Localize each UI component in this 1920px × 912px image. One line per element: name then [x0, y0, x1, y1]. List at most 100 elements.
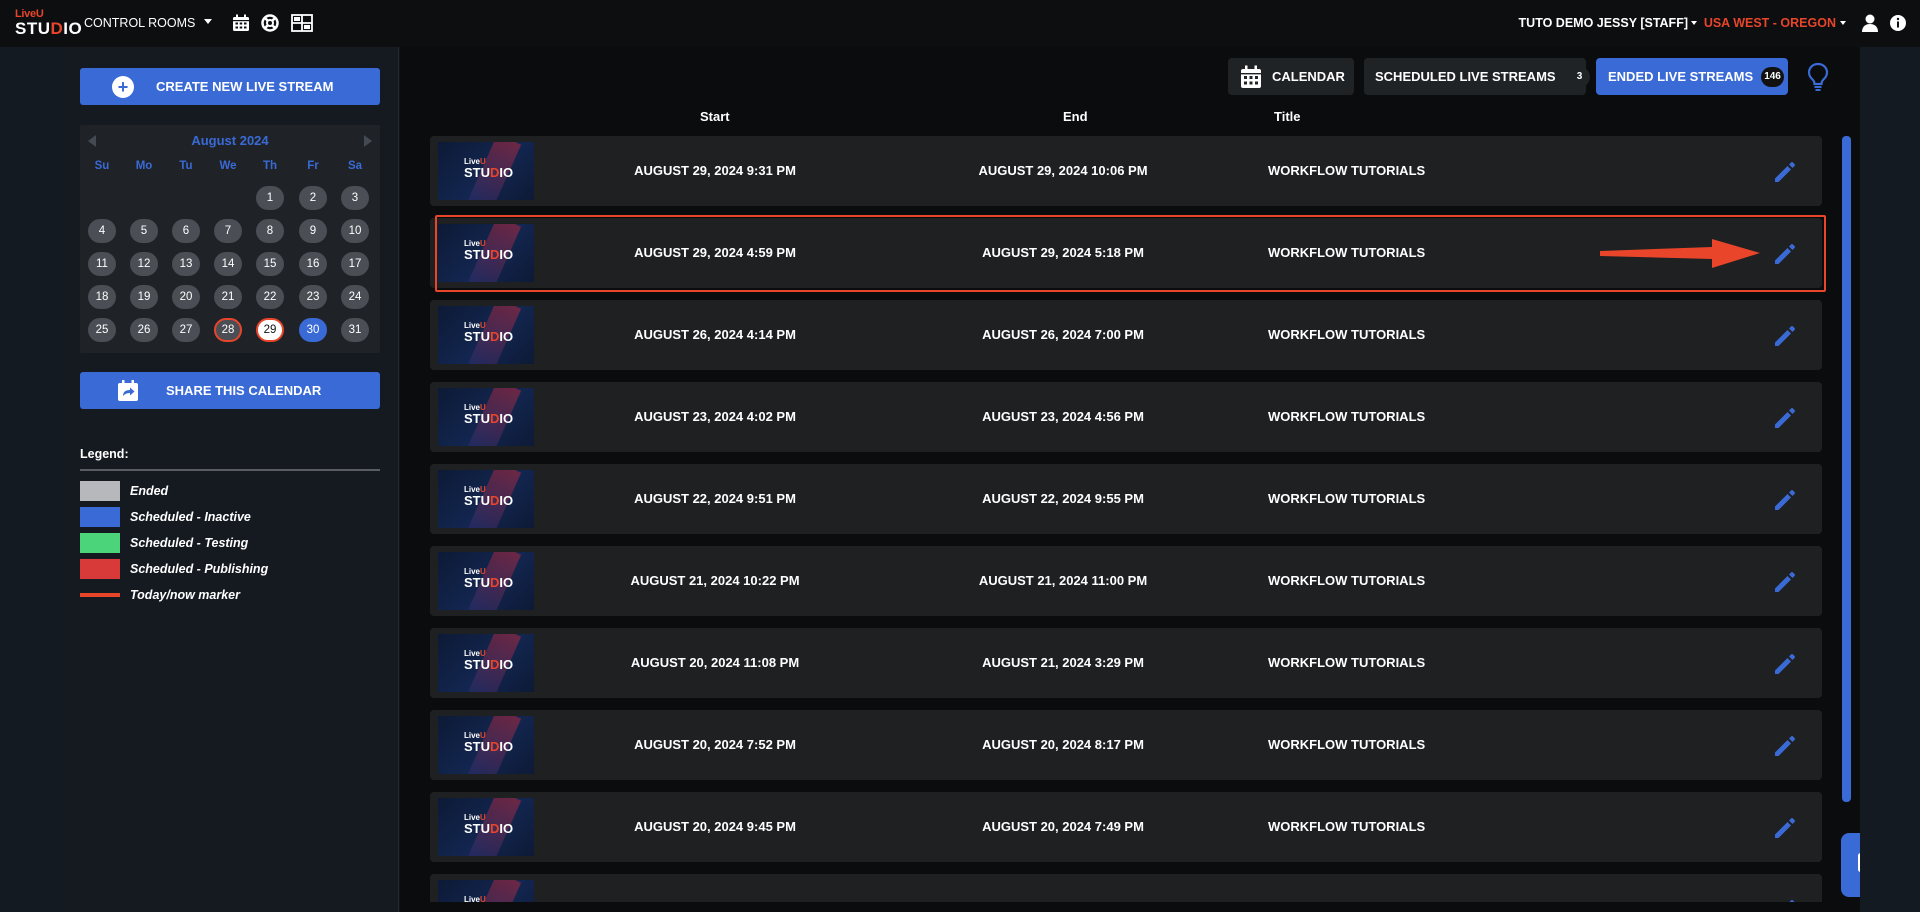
lifebuoy-icon[interactable] [259, 12, 281, 34]
thumb-logo-accent: D [490, 165, 500, 180]
stream-row[interactable]: LiveU STUDIO AUGUST 20, 2024 11:08 PM AUGUS… [430, 628, 1822, 698]
calendar-day[interactable]: 31 [341, 318, 369, 342]
calendar-day[interactable]: 2 [299, 186, 327, 210]
edit-pencil-icon[interactable] [1772, 651, 1798, 677]
thumb-logo-main: STU [464, 411, 490, 426]
weekday-label: Su [94, 160, 110, 172]
calendar-day[interactable]: 4 [88, 219, 116, 243]
calendar-day[interactable]: 3 [341, 186, 369, 210]
calendar-day[interactable]: 18 [88, 285, 116, 309]
stream-thumbnail[interactable]: LiveUSTUDIO [438, 388, 534, 446]
thumb-logo-main-end: IO [499, 165, 514, 180]
plus-circle-icon: + [112, 76, 134, 98]
edit-pencil-icon[interactable] [1772, 323, 1798, 349]
calendar-day[interactable]: 30 [299, 318, 327, 342]
stream-thumbnail[interactable]: LiveUSTUDIO [438, 142, 534, 200]
main-content: CALENDAR SCHEDULED LIVE STREAMS 3 ENDED … [400, 47, 1905, 912]
calendar-day[interactable]: 1 [256, 186, 284, 210]
calendar-day[interactable]: 23 [299, 285, 327, 309]
lightbulb-icon[interactable] [1806, 62, 1830, 92]
calendar-day[interactable]: 11 [88, 252, 116, 276]
edit-pencil-icon[interactable] [1772, 405, 1798, 431]
share-calendar-button[interactable]: SHARE THIS CALENDAR [80, 372, 380, 409]
ended-live-streams-button[interactable]: ENDED LIVE STREAMS 146 [1596, 58, 1788, 95]
stream-thumbnail[interactable]: LiveUSTUDIO [438, 880, 534, 902]
next-month-icon[interactable] [364, 135, 372, 147]
annotation-arrow [1600, 239, 1760, 268]
column-header-start: Start [700, 109, 730, 124]
edit-pencil-icon[interactable] [1772, 569, 1798, 595]
stream-thumbnail[interactable]: LiveUSTUDIO [438, 716, 534, 774]
edit-pencil-icon[interactable] [1772, 897, 1798, 902]
calendar-day[interactable]: 17 [341, 252, 369, 276]
chevron-down-icon[interactable] [1840, 21, 1846, 25]
scheduled-live-streams-button[interactable]: SCHEDULED LIVE STREAMS 3 [1364, 58, 1590, 95]
calendar-day[interactable]: 28 [214, 318, 242, 342]
stream-row[interactable]: LiveU STUDIO AUGUST 23, 2024 4:02 PM AUGUST… [430, 382, 1822, 452]
stream-row[interactable]: LiveU STUDIO AUGUST 29, 2024 9:31 PM AUGUST… [430, 136, 1822, 206]
calendar-day[interactable]: 14 [214, 252, 242, 276]
edit-pencil-icon[interactable] [1772, 815, 1798, 841]
stream-thumbnail[interactable]: LiveUSTUDIO [438, 798, 534, 856]
stream-title: WORKFLOW TUTORIALS [1268, 573, 1426, 588]
calendar-day[interactable]: 27 [172, 318, 200, 342]
chevron-down-icon[interactable] [204, 19, 212, 24]
calendar-day[interactable]: 7 [214, 219, 242, 243]
stream-title: WORKFLOW TUTORIALS [1268, 163, 1426, 178]
calendar-day[interactable]: 24 [341, 285, 369, 309]
edit-pencil-icon[interactable] [1772, 159, 1798, 185]
stream-row[interactable]: LiveU STUDIO AUGUST 26, 2024 4:14 PM AUGUST… [430, 300, 1822, 370]
edit-pencil-icon[interactable] [1772, 733, 1798, 759]
stream-title: WORKFLOW TUTORIALS [1268, 409, 1426, 424]
region-selector[interactable]: USA WEST - OREGON [1704, 16, 1836, 30]
calendar-icon[interactable] [230, 12, 252, 34]
column-header-title[interactable]: Title [1274, 109, 1301, 124]
stream-start-time: AUGUST 23, 2024 4:02 PM [634, 409, 796, 424]
stream-thumbnail[interactable]: LiveUSTUDIO [438, 552, 534, 610]
control-rooms-menu[interactable]: CONTROL ROOMS [84, 16, 195, 30]
user-menu[interactable]: TUTO DEMO JESSY [STAFF] [1519, 16, 1688, 30]
calendar-view-button[interactable]: CALENDAR [1228, 58, 1354, 95]
calendar-day[interactable]: 21 [214, 285, 242, 309]
logo-text-accent: D [50, 19, 64, 38]
calendar-day[interactable]: 6 [172, 219, 200, 243]
calendar-day[interactable]: 10 [341, 219, 369, 243]
thumb-logo-accent: D [490, 821, 500, 836]
legend-label: Scheduled - Testing [130, 536, 249, 550]
scheduled-count-badge: 3 [1569, 66, 1590, 87]
calendar-day[interactable]: 16 [299, 252, 327, 276]
stream-row[interactable]: LiveUSTUDIO [430, 874, 1822, 902]
calendar-day[interactable]: 5 [130, 219, 158, 243]
liveu-studio-logo[interactable]: LiveU STUDIO [15, 9, 82, 38]
legend-label: Scheduled - Inactive [130, 510, 251, 524]
stream-thumbnail[interactable]: LiveUSTUDIO [438, 634, 534, 692]
calendar-day[interactable]: 29 [256, 318, 284, 342]
create-live-stream-button[interactable]: + CREATE NEW LIVE STREAM [80, 68, 380, 105]
legend-swatch [80, 507, 120, 527]
sidebar: + CREATE NEW LIVE STREAM August 2024 Su M… [60, 47, 399, 912]
edit-pencil-icon[interactable] [1772, 487, 1798, 513]
calendar-day[interactable]: 8 [256, 219, 284, 243]
stream-thumbnail[interactable]: LiveUSTUDIO [438, 470, 534, 528]
user-icon[interactable] [1860, 13, 1880, 33]
stream-thumbnail[interactable]: LiveUSTUDIO [438, 306, 534, 364]
calendar-day[interactable]: 25 [88, 318, 116, 342]
calendar-day[interactable]: 15 [256, 252, 284, 276]
stream-row[interactable]: LiveU STUDIO AUGUST 22, 2024 9:51 PM AUGUST… [430, 464, 1822, 534]
calendar-day[interactable]: 13 [172, 252, 200, 276]
calendar-day[interactable]: 20 [172, 285, 200, 309]
stream-row[interactable]: LiveU STUDIO AUGUST 20, 2024 9:45 PM AUGUST… [430, 792, 1822, 862]
layout-icon[interactable] [291, 12, 313, 34]
calendar-day[interactable]: 9 [299, 219, 327, 243]
info-icon[interactable] [1889, 14, 1907, 32]
list-scrollbar[interactable] [1842, 136, 1851, 802]
calendar-day[interactable]: 22 [256, 285, 284, 309]
stream-row[interactable]: LiveU STUDIO AUGUST 20, 2024 7:52 PM AUGUST… [430, 710, 1822, 780]
calendar-day[interactable]: 19 [130, 285, 158, 309]
stream-row[interactable]: LiveU STUDIO AUGUST 21, 2024 10:22 PM AUGUS… [430, 546, 1822, 616]
legend-swatch [80, 533, 120, 553]
chevron-down-icon[interactable] [1691, 21, 1697, 25]
calendar-day[interactable]: 12 [130, 252, 158, 276]
thumb-logo-main: STU [464, 657, 490, 672]
calendar-day[interactable]: 26 [130, 318, 158, 342]
